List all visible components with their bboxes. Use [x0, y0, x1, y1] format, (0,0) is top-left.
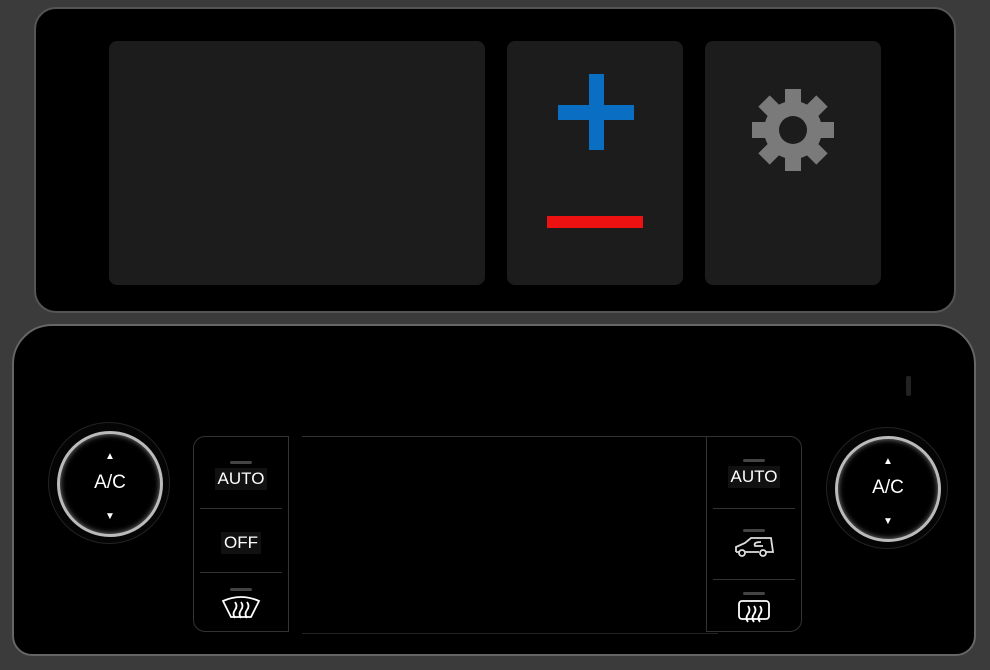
indicator-slot — [906, 376, 911, 396]
auto-label: AUTO — [214, 467, 268, 490]
rear-defrost-button[interactable] — [713, 587, 795, 627]
front-defrost-icon — [221, 595, 261, 619]
gear-icon — [752, 89, 834, 171]
knob-label: A/C — [94, 472, 126, 493]
down-arrow-icon[interactable]: ▼ — [60, 511, 160, 522]
temperature-adjust-tile — [507, 41, 683, 285]
auto-button-right[interactable]: AUTO — [713, 453, 795, 493]
front-defrost-button[interactable] — [200, 581, 282, 627]
right-button-column: AUTO — [706, 436, 802, 632]
recirculation-icon — [735, 536, 775, 557]
left-button-column: AUTO OFF — [193, 436, 289, 632]
up-arrow-icon[interactable]: ▲ — [60, 451, 160, 462]
display-tile[interactable] — [109, 41, 485, 285]
plus-icon[interactable] — [507, 41, 683, 285]
up-arrow-icon[interactable]: ▲ — [838, 456, 938, 467]
recirculation-button[interactable] — [713, 521, 795, 565]
off-label: OFF — [221, 532, 261, 554]
down-arrow-icon[interactable]: ▼ — [838, 516, 938, 527]
minus-icon[interactable] — [547, 216, 643, 228]
climate-display-screen — [302, 436, 718, 634]
left-temperature-knob[interactable]: ▲ A/C ▼ — [48, 422, 170, 544]
rear-defrost-icon — [738, 599, 770, 623]
auto-button-left[interactable]: AUTO — [200, 455, 282, 495]
top-panel — [34, 7, 956, 313]
settings-tile[interactable] — [705, 41, 881, 285]
off-button[interactable]: OFF — [200, 521, 282, 565]
auto-label: AUTO — [727, 465, 781, 488]
knob-label: A/C — [872, 477, 904, 498]
right-temperature-knob[interactable]: ▲ A/C ▼ — [826, 427, 948, 549]
climate-panel: ▲ A/C ▼ ▲ A/C ▼ AUTO OFF AUTO — [12, 324, 976, 656]
